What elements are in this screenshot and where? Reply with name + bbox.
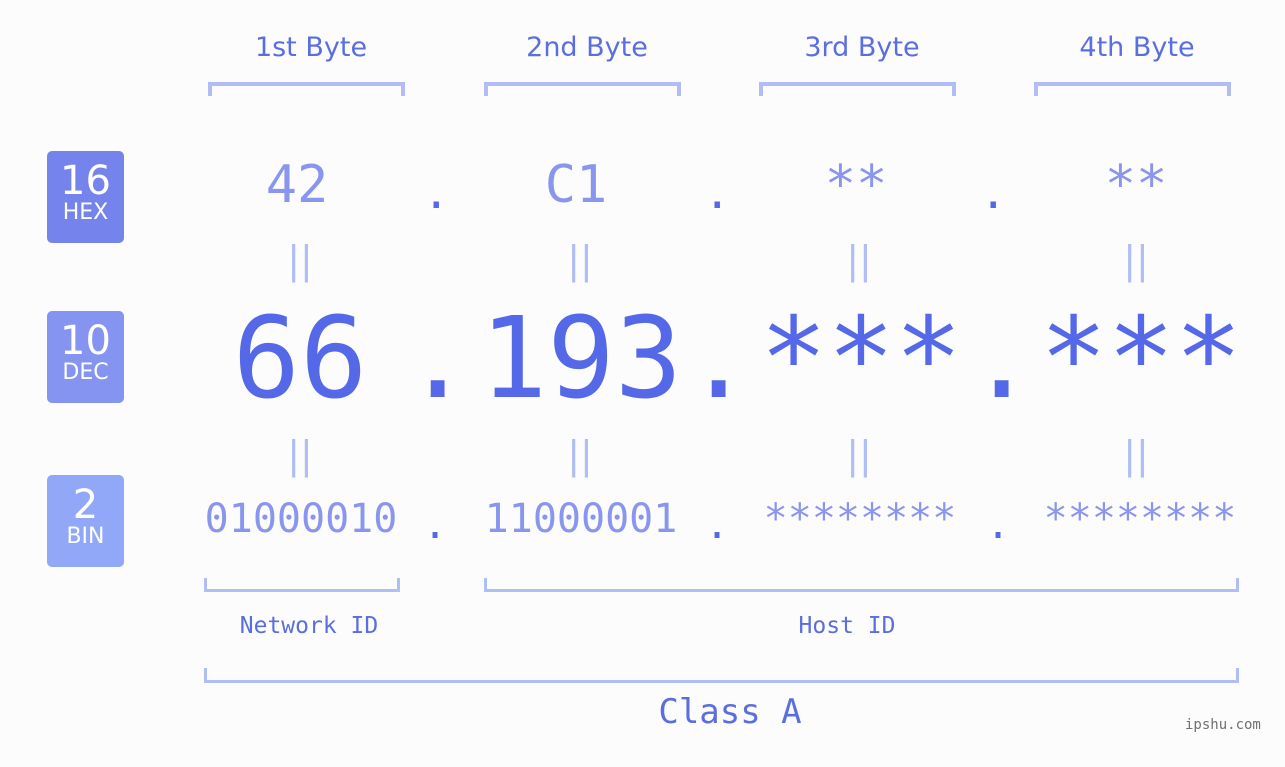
equals-sign: || bbox=[846, 433, 872, 477]
hex-byte-4: ** bbox=[1104, 155, 1168, 215]
bin-byte-1: 01000010 bbox=[204, 496, 398, 542]
hex-separator-1: . bbox=[423, 168, 450, 219]
hex-byte-2: C1 bbox=[544, 155, 608, 215]
hex-byte-1: 42 bbox=[265, 155, 329, 215]
class-bracket bbox=[204, 668, 1239, 683]
dec-base-label: DEC bbox=[62, 360, 109, 385]
hex-separator-3: . bbox=[980, 168, 1007, 219]
dec-base-number: 10 bbox=[60, 318, 111, 364]
bin-base-number: 2 bbox=[72, 482, 99, 528]
bin-separator-3: . bbox=[986, 502, 1011, 548]
dec-byte-4: *** bbox=[1039, 294, 1243, 424]
equals-sign: || bbox=[1123, 433, 1149, 477]
dec-byte-3: *** bbox=[759, 294, 963, 424]
equals-sign: || bbox=[287, 433, 313, 477]
dec-byte-1: 66 bbox=[232, 294, 368, 424]
bin-base-label: BIN bbox=[66, 524, 105, 549]
byte-header-1: 1st Byte bbox=[254, 32, 368, 63]
byte-bracket-2 bbox=[484, 82, 681, 96]
bin-separator-2: . bbox=[705, 502, 730, 548]
equals-sign: || bbox=[567, 238, 593, 282]
bin-byte-2: 11000001 bbox=[484, 496, 678, 542]
network-id-label: Network ID bbox=[239, 613, 379, 639]
equals-sign: || bbox=[567, 433, 593, 477]
dec-badge: 10 DEC bbox=[47, 311, 124, 403]
class-label: Class A bbox=[658, 692, 802, 732]
dec-separator-3: . bbox=[968, 294, 1036, 424]
equals-sign: || bbox=[287, 238, 313, 282]
bin-separator-1: . bbox=[423, 502, 448, 548]
byte-bracket-3 bbox=[759, 82, 956, 96]
equals-sign: || bbox=[1123, 238, 1149, 282]
bin-byte-3: ******** bbox=[763, 496, 957, 542]
hex-base-number: 16 bbox=[60, 158, 111, 204]
dec-separator-1: . bbox=[404, 294, 472, 424]
byte-header-2: 2nd Byte bbox=[526, 32, 648, 63]
dec-separator-2: . bbox=[685, 294, 753, 424]
byte-bracket-4 bbox=[1034, 82, 1231, 96]
watermark: ipshu.com bbox=[1185, 717, 1261, 733]
network-id-bracket bbox=[204, 578, 400, 592]
hex-base-label: HEX bbox=[62, 200, 109, 225]
hex-byte-3: ** bbox=[824, 155, 888, 215]
dec-byte-2: 193 bbox=[479, 294, 683, 424]
byte-header-4: 4th Byte bbox=[1079, 32, 1195, 63]
host-id-bracket bbox=[484, 578, 1239, 592]
equals-sign: || bbox=[846, 238, 872, 282]
byte-header-3: 3rd Byte bbox=[804, 32, 920, 63]
hex-separator-2: . bbox=[704, 168, 731, 219]
host-id-label: Host ID bbox=[798, 613, 896, 639]
bin-badge: 2 BIN bbox=[47, 475, 124, 567]
byte-bracket-1 bbox=[208, 82, 405, 96]
hex-badge: 16 HEX bbox=[47, 151, 124, 243]
bin-byte-4: ******** bbox=[1043, 496, 1237, 542]
